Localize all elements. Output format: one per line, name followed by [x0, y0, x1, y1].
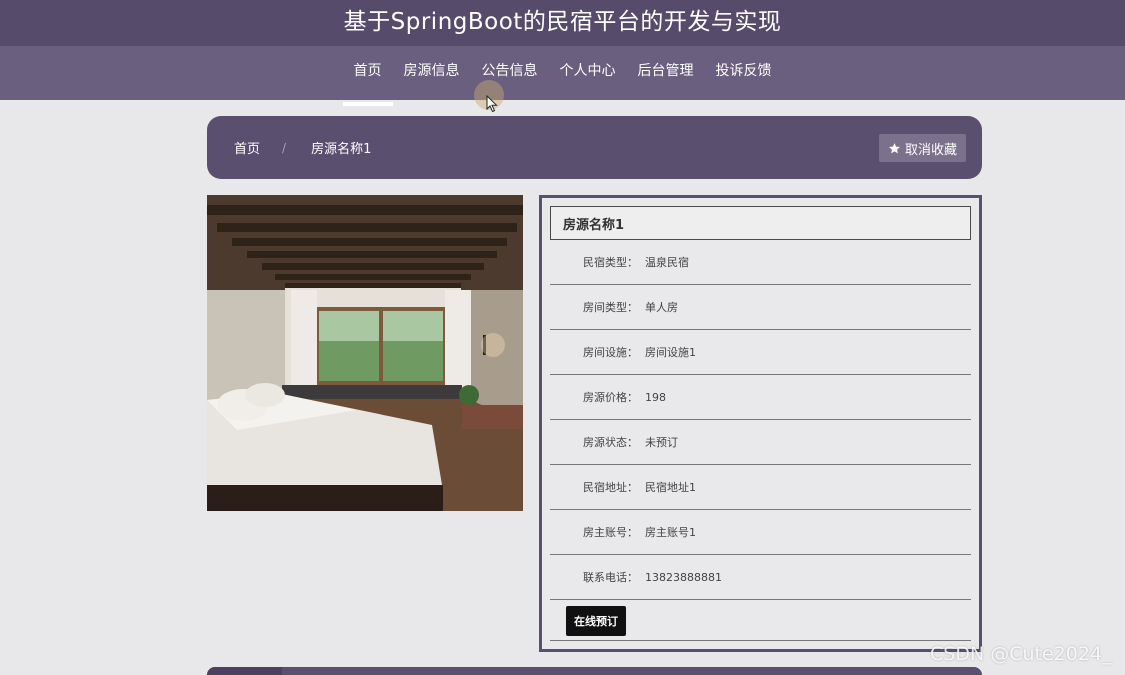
nav-item-listings[interactable]: 房源信息 — [393, 40, 471, 100]
detail-label: 房间设施： — [583, 346, 638, 359]
divider — [550, 640, 971, 641]
detail-label: 房间类型： — [583, 301, 638, 314]
detail-label: 房源价格： — [583, 391, 638, 404]
nav-item-feedback[interactable]: 投诉反馈 — [705, 40, 783, 100]
detail-label: 房主账号： — [583, 526, 638, 539]
detail-value: 温泉民宿 — [645, 256, 689, 269]
detail-row: 房主账号： 房主账号1 — [550, 510, 971, 555]
next-section-tab[interactable] — [207, 667, 282, 675]
detail-label: 房源状态： — [583, 436, 638, 449]
detail-value: 房主账号1 — [645, 526, 696, 539]
detail-row: 联系电话： 13823888881 — [550, 555, 971, 600]
watermark: CSDN @Cute2024_ — [930, 643, 1112, 665]
detail-row: 房源价格： 198 — [550, 375, 971, 420]
next-section-header — [207, 667, 982, 675]
detail-value: 13823888881 — [645, 570, 722, 584]
main-nav: 首页 房源信息 公告信息 个人中心 后台管理 投诉反馈 — [0, 46, 1125, 106]
room-photo — [207, 195, 523, 511]
detail-row: 民宿类型： 温泉民宿 — [550, 240, 971, 285]
detail-value: 单人房 — [645, 301, 678, 314]
unfavorite-button[interactable]: 取消收藏 — [878, 134, 966, 162]
detail-label: 民宿地址： — [583, 481, 638, 494]
breadcrumb: 首页 / 房源名称1 取消收藏 — [207, 116, 982, 179]
detail-row: 房间类型： 单人房 — [550, 285, 971, 330]
detail-value: 民宿地址1 — [645, 481, 696, 494]
detail-label: 民宿类型： — [583, 256, 638, 269]
mouse-cursor-icon — [486, 95, 498, 113]
star-icon — [889, 142, 900, 153]
detail-row: 民宿地址： 民宿地址1 — [550, 465, 971, 510]
room-photo-image — [207, 195, 523, 511]
book-online-button[interactable]: 在线预订 — [566, 606, 626, 636]
breadcrumb-separator: / — [282, 140, 287, 155]
nav-item-profile[interactable]: 个人中心 — [549, 40, 627, 100]
detail-row: 房间设施： 房间设施1 — [550, 330, 971, 375]
listing-title: 房源名称1 — [550, 206, 971, 240]
breadcrumb-current: 房源名称1 — [311, 142, 372, 157]
listing-detail-panel: 房源名称1 民宿类型： 温泉民宿 房间类型： 单人房 房间设施： 房间设施1 房… — [539, 195, 982, 652]
detail-label: 联系电话： — [583, 571, 638, 584]
breadcrumb-home-link[interactable]: 首页 — [234, 138, 260, 157]
detail-row: 房源状态： 未预订 — [550, 420, 971, 465]
detail-value: 198 — [645, 390, 666, 404]
unfavorite-label: 取消收藏 — [904, 142, 957, 158]
nav-item-home[interactable]: 首页 — [342, 40, 393, 106]
detail-value: 未预订 — [645, 436, 678, 449]
site-title: 基于SpringBoot的民宿平台的开发与实现 — [343, 9, 782, 35]
nav-item-admin[interactable]: 后台管理 — [627, 40, 705, 100]
detail-value: 房间设施1 — [645, 346, 696, 359]
